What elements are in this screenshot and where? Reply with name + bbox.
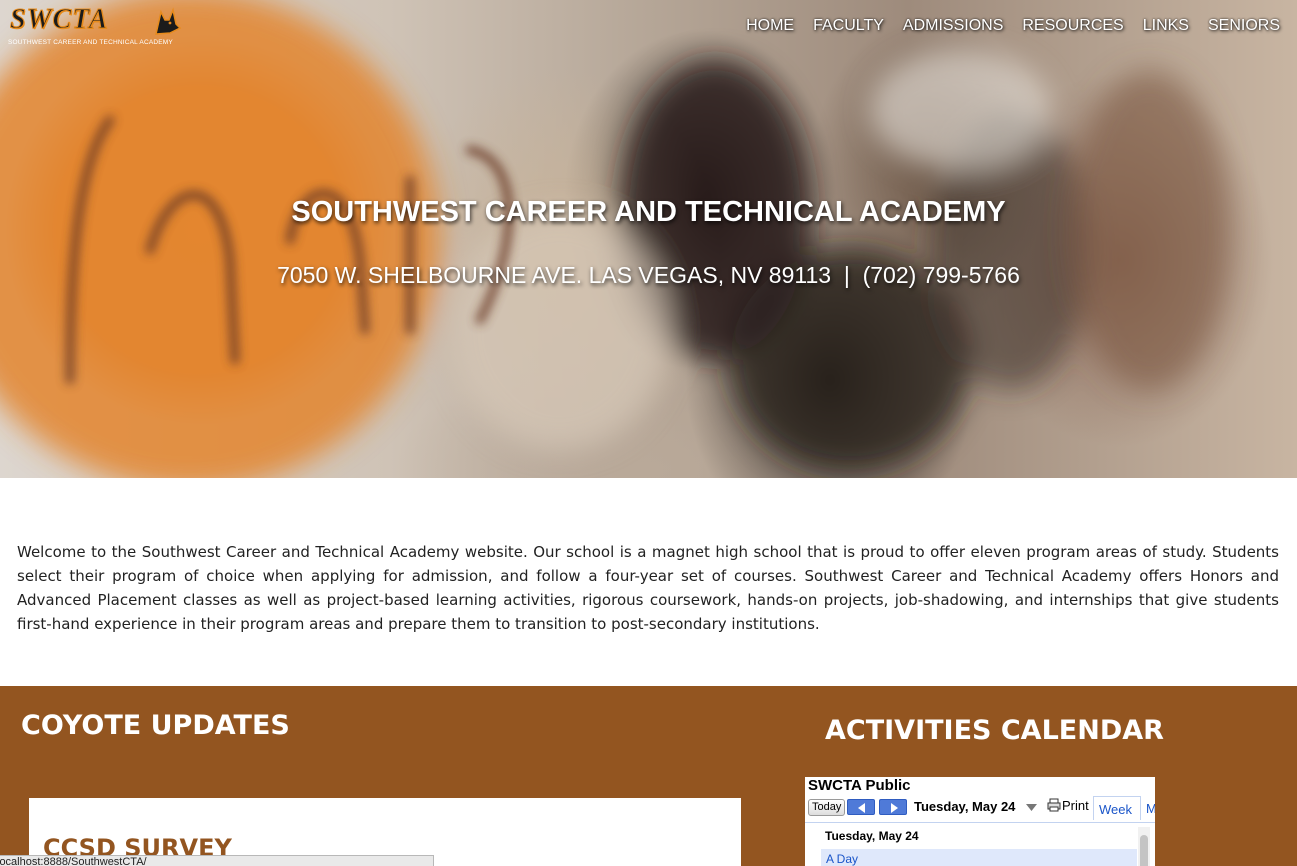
hero-background-photo (0, 0, 1230, 478)
main-nav: HOME FACULTY ADMISSIONS RESOURCES LINKS … (727, 17, 1280, 35)
tab-month[interactable]: M (1146, 801, 1155, 816)
nav-links[interactable]: LINKS (1143, 17, 1189, 35)
logo-subtitle: SOUTHWEST CAREER AND TECHNICAL ACADEMY (8, 39, 173, 46)
logo-wordmark: SWCTA (9, 4, 109, 36)
calendar-name: SWCTA Public (808, 777, 911, 794)
hero-title: SOUTHWEST CAREER AND TECHNICAL ACADEMY (291, 196, 1006, 228)
chevron-down-icon[interactable] (1026, 804, 1037, 811)
nav-faculty[interactable]: FACULTY (813, 17, 884, 35)
printer-icon (1047, 798, 1061, 812)
welcome-text: Welcome to the Southwest Career and Tech… (17, 543, 1279, 633)
nav-seniors[interactable]: SENIORS (1208, 17, 1280, 35)
print-button[interactable]: Print (1047, 798, 1089, 813)
activities-calendar-heading: ACTIVITIES CALENDAR (825, 715, 1164, 746)
calendar-widget: SWCTA Public Today Tuesday, May 24 Print… (805, 777, 1155, 866)
hero-address: 7050 W. SHELBOURNE AVE. LAS VEGAS, NV 89… (277, 262, 1020, 288)
site-logo[interactable]: SWCTA SOUTHWEST CAREER AND TECHNICAL ACA… (8, 4, 182, 46)
prev-button[interactable] (847, 799, 875, 815)
calendar-scrollbar[interactable] (1138, 827, 1150, 866)
arrow-left-icon (858, 803, 865, 813)
nav-admissions[interactable]: ADMISSIONS (903, 17, 1003, 35)
today-button[interactable]: Today (808, 799, 846, 816)
arrow-right-icon (891, 803, 898, 813)
print-label: Print (1062, 798, 1089, 813)
next-button[interactable] (879, 799, 907, 815)
status-bar-url: localhost:8888/SouthwestCTA/ (0, 855, 434, 866)
scrollbar-thumb[interactable] (1140, 835, 1148, 866)
coyote-updates-heading: COYOTE UPDATES (21, 710, 290, 741)
calendar-current-date: Tuesday, May 24 (914, 799, 1016, 814)
calendar-event[interactable]: A Day (821, 849, 1137, 866)
nav-resources[interactable]: RESOURCES (1022, 17, 1123, 35)
calendar-day-heading: Tuesday, May 24 (825, 829, 919, 843)
coyote-icon (155, 7, 182, 35)
hero-banner: SWCTA SOUTHWEST CAREER AND TECHNICAL ACA… (0, 0, 1297, 478)
tab-week[interactable]: Week (1093, 796, 1141, 820)
nav-home[interactable]: HOME (746, 17, 794, 35)
